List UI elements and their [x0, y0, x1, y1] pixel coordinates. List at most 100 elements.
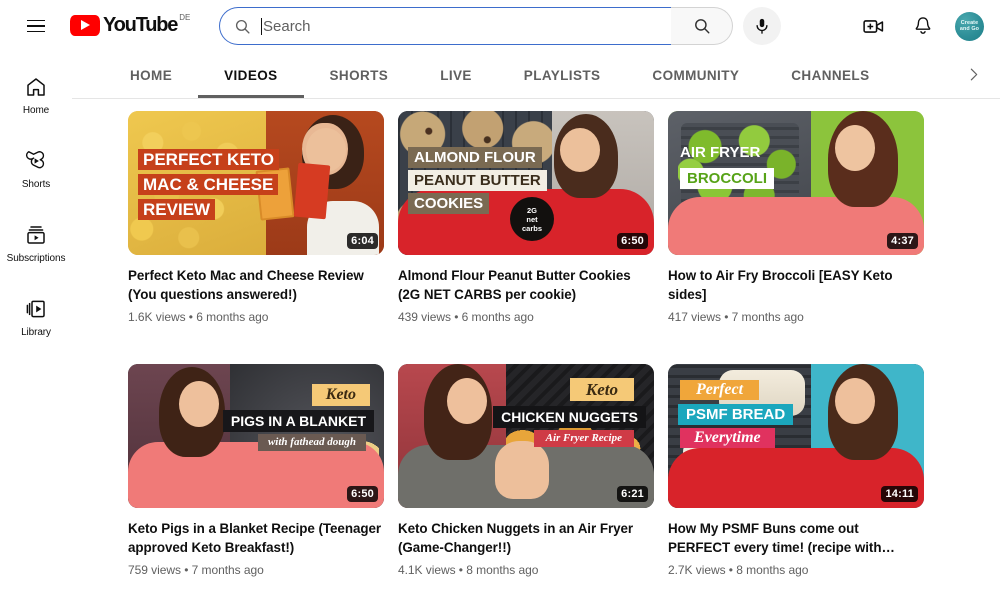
chevron-right-icon [970, 68, 977, 81]
video-metadata: 4.1K views • 8 months ago [398, 563, 539, 577]
microphone-icon [756, 18, 768, 34]
videos-content-area: PERFECT KETO MAC & CHEESE REVIEW 6:04 Pe… [72, 99, 1000, 605]
tab-playlists[interactable]: PLAYLISTS [498, 52, 627, 98]
play-triangle-icon [70, 15, 100, 36]
notifications-button[interactable] [905, 8, 941, 44]
masthead-center: Search [200, 7, 800, 45]
tab-shorts[interactable]: SHORTS [304, 52, 415, 98]
sidebar-item-home[interactable]: Home [0, 58, 72, 132]
channel-tab-bar: HOME VIDEOS SHORTS LIVE PLAYLISTS COMMUN… [72, 52, 1000, 99]
text-caret [261, 17, 262, 35]
voice-search-button[interactable] [743, 7, 781, 45]
video-thumbnail[interactable]: Keto CHICKEN NUGGETS Air Fryer Recipe 6:… [398, 364, 654, 508]
thumbnail-text-line: BROCCOLI [680, 168, 774, 189]
avatar-line-2: and Go [959, 26, 980, 32]
thumbnail-text-line: PEANUT BUTTER [408, 170, 547, 191]
masthead-right: Create and Go [800, 8, 1000, 44]
video-thumbnail[interactable]: Perfect PSMF BREAD Everytime 14:11 [668, 364, 924, 508]
thumbnail-text-line: ALMOND FLOUR [408, 147, 542, 168]
sidebar-item-label: Library [21, 326, 51, 338]
video-thumbnail[interactable]: ALMOND FLOUR PEANUT BUTTER COOKIES 2G ne… [398, 111, 654, 255]
badge-line: carbs [521, 223, 542, 233]
thumbnail-text-line: PSMF BREAD [678, 404, 794, 425]
video-metadata: 2.7K views • 8 months ago [668, 563, 809, 577]
video-card[interactable]: PERFECT KETO MAC & CHEESE REVIEW 6:04 Pe… [128, 111, 384, 324]
video-card[interactable]: ALMOND FLOUR PEANUT BUTTER COOKIES 2G ne… [398, 111, 654, 324]
video-duration-badge: 6:21 [617, 486, 648, 502]
video-card[interactable]: Perfect PSMF BREAD Everytime 14:11 How M… [668, 364, 924, 577]
thumbnail-image: Keto CHICKEN NUGGETS Air Fryer Recipe [398, 364, 654, 508]
badge-line: 2G [526, 205, 537, 215]
thumbnail-text-line: CHICKEN NUGGETS [493, 406, 646, 428]
video-thumbnail[interactable]: Keto PIGS IN A BLANKET with fathead doug… [128, 364, 384, 508]
home-icon [27, 77, 45, 96]
avatar[interactable]: Create and Go [955, 11, 984, 41]
tabs-next-button[interactable] [952, 52, 994, 97]
video-title[interactable]: Perfect Keto Mac and Cheese Review (You … [128, 266, 384, 304]
video-metadata: 439 views • 6 months ago [398, 310, 534, 324]
video-thumbnail[interactable]: AIR FRYER BROCCOLI 4:37 [668, 111, 924, 255]
sidebar-item-shorts[interactable]: Shorts [0, 132, 72, 206]
video-card[interactable]: Keto PIGS IN A BLANKET with fathead doug… [128, 364, 384, 577]
logo-country-code: DE [179, 13, 191, 22]
thumbnail-text-line: Keto [311, 384, 370, 406]
search-form: Search [219, 7, 781, 45]
logo-text: YouTube [103, 14, 178, 36]
video-title[interactable]: Keto Chicken Nuggets in an Air Fryer (Ga… [398, 519, 654, 557]
youtube-logo[interactable]: YouTube DE [70, 12, 190, 40]
bell-icon [915, 17, 931, 34]
thumbnail-text-line: AIR FRYER [680, 144, 761, 161]
video-thumbnail[interactable]: PERFECT KETO MAC & CHEESE REVIEW 6:04 [128, 111, 384, 255]
tab-live[interactable]: LIVE [414, 52, 498, 98]
search-submit-button[interactable] [671, 7, 733, 45]
tab-videos[interactable]: VIDEOS [198, 52, 304, 98]
thumbnail-text-line: Air Fryer Recipe [533, 430, 634, 447]
tab-channels[interactable]: CHANNELS [765, 52, 895, 98]
shorts-icon [25, 150, 45, 168]
thumbnail-text-line: Keto [569, 378, 634, 401]
video-title[interactable]: Almond Flour Peanut Butter Cookies (2G N… [398, 266, 654, 304]
search-icon [234, 18, 251, 35]
video-duration-badge: 14:11 [881, 486, 918, 502]
video-card[interactable]: Keto CHICKEN NUGGETS Air Fryer Recipe 6:… [398, 364, 654, 577]
thumbnail-text-line: REVIEW [138, 199, 216, 220]
thumbnail-text-line: COOKIES [408, 193, 490, 214]
search-input[interactable]: Search [219, 7, 671, 45]
thumbnail-image: PERFECT KETO MAC & CHEESE REVIEW [128, 111, 384, 255]
thumbnail-text-line: Perfect [680, 380, 760, 400]
thumbnail-text-line: PIGS IN A BLANKET [222, 410, 374, 432]
thumbnail-net-carbs-badge: 2G net carbs [510, 197, 554, 241]
sidebar-item-label: Shorts [21, 178, 51, 190]
thumbnail-text-line: MAC & CHEESE [138, 174, 279, 195]
video-metadata: 1.6K views • 6 months ago [128, 310, 269, 324]
tab-home[interactable]: HOME [104, 52, 198, 98]
video-card[interactable]: AIR FRYER BROCCOLI 4:37 How to Air Fry B… [668, 111, 924, 324]
masthead: YouTube DE Search Create and Go [0, 0, 1000, 52]
tab-community[interactable]: COMMUNITY [626, 52, 765, 98]
video-duration-badge: 6:50 [617, 233, 648, 249]
sidebar-item-library[interactable]: Library [0, 280, 72, 354]
masthead-left: YouTube DE [0, 6, 200, 46]
thumbnail-image: Keto PIGS IN A BLANKET with fathead doug… [128, 364, 384, 508]
video-title[interactable]: Keto Pigs in a Blanket Recipe (Teenager … [128, 519, 384, 557]
create-video-button[interactable] [855, 8, 891, 44]
search-icon [694, 19, 709, 34]
thumbnail-text-line: Everytime [680, 428, 775, 448]
thumbnail-image: ALMOND FLOUR PEANUT BUTTER COOKIES 2G ne… [398, 111, 654, 255]
video-duration-badge: 6:50 [347, 486, 378, 502]
video-title[interactable]: How to Air Fry Broccoli [EASY Keto sides… [668, 266, 924, 304]
create-video-icon [862, 19, 883, 33]
video-duration-badge: 6:04 [347, 233, 378, 249]
mini-sidebar: Home Shorts Subscriptions Library [0, 52, 72, 605]
library-icon [26, 300, 45, 317]
video-grid: PERFECT KETO MAC & CHEESE REVIEW 6:04 Pe… [72, 99, 1000, 577]
thumbnail-text-line: PERFECT KETO [138, 149, 279, 170]
thumbnail-image: AIR FRYER BROCCOLI [668, 111, 924, 255]
thumbnail-text-line: with fathead dough [257, 434, 366, 451]
sidebar-item-subscriptions[interactable]: Subscriptions [0, 206, 72, 280]
sidebar-item-label: Subscriptions [6, 252, 66, 264]
search-placeholder: Search [263, 17, 311, 35]
hamburger-menu-icon[interactable] [16, 6, 56, 46]
video-title[interactable]: How My PSMF Buns come out PERFECT every … [668, 519, 924, 557]
video-duration-badge: 4:37 [887, 233, 918, 249]
